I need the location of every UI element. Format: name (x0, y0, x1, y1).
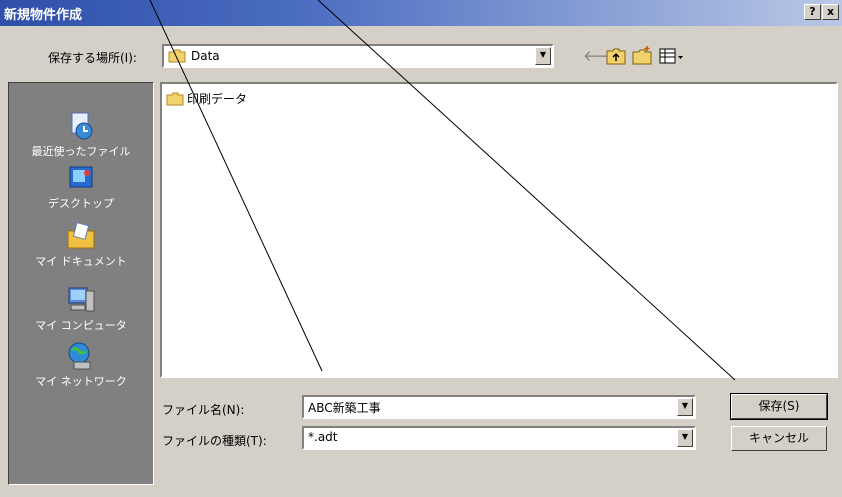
annotation-line (149, 0, 323, 372)
annotation-line (317, 0, 736, 381)
save-dialog: 新規物件作成 ? x 保存する場所(I): Data ▼ 🡐 最近使ったファイル… (0, 0, 842, 497)
annotation-lines (149, 0, 736, 381)
